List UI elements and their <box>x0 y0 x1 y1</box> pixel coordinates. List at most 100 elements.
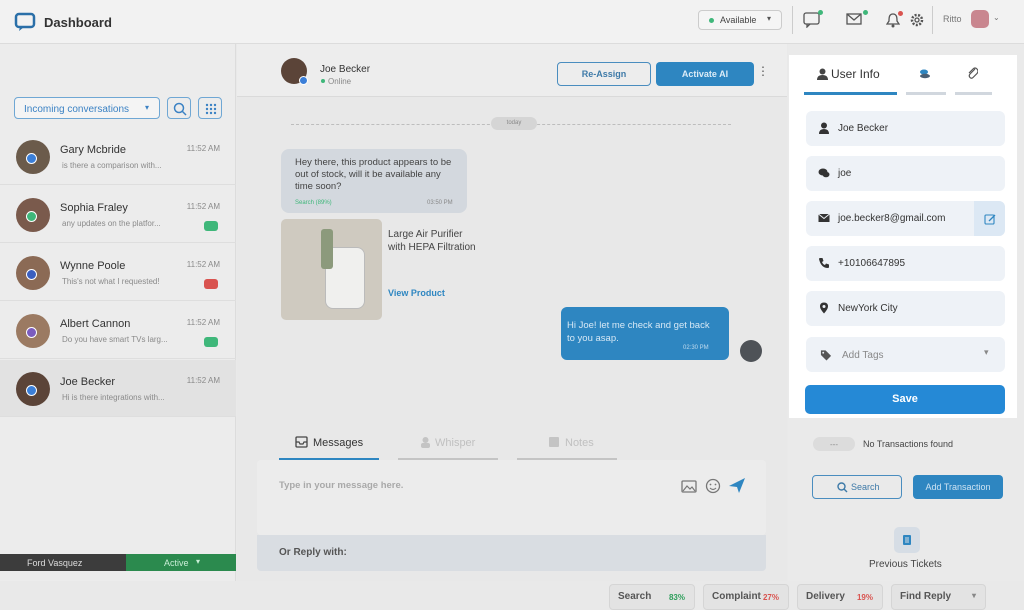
grid-icon <box>205 103 217 115</box>
agent-status-dropdown[interactable]: Active ▾ <box>126 554 236 571</box>
search-button[interactable] <box>167 97 191 119</box>
mail-icon[interactable] <box>846 13 862 25</box>
quick-reply-label: Search <box>618 591 652 602</box>
bot-icon <box>204 337 218 347</box>
location-value: NewYork City <box>838 303 898 314</box>
previous-tickets-label: Previous Tickets <box>869 559 942 570</box>
message-time: 03:50 PM <box>427 200 453 206</box>
conversation-time: 11:52 AM <box>186 144 220 153</box>
message-time: 02:30 PM <box>683 345 709 351</box>
search-icon <box>837 482 848 493</box>
image-icon[interactable] <box>681 480 697 493</box>
save-button[interactable]: Save <box>805 385 1005 414</box>
grid-button[interactable] <box>198 97 222 119</box>
tab-label: Whisper <box>435 437 476 449</box>
conversation-item[interactable]: Wynne Poole This's not what I requested!… <box>0 244 236 301</box>
bot-icon <box>204 221 218 231</box>
user-name: Ritto <box>943 14 962 24</box>
add-transaction-button[interactable]: Add Transaction <box>913 475 1003 499</box>
tab-whisper[interactable]: Whisper <box>398 434 498 460</box>
name-field[interactable]: Joe Becker <box>806 111 1005 146</box>
contact-status: Online <box>328 77 352 86</box>
viber-icon <box>26 327 37 338</box>
agent-status: Active <box>164 558 189 568</box>
chat-bubbles-icon <box>818 168 830 178</box>
active-tab-indicator <box>804 92 897 95</box>
find-reply-dropdown[interactable]: Find Reply ▾ <box>891 584 986 610</box>
conversation-name: Albert Cannon <box>60 318 131 330</box>
location-field[interactable]: NewYork City <box>806 291 1005 326</box>
conversation-name: Wynne Poole <box>60 260 126 272</box>
messenger-icon <box>26 385 37 396</box>
message-input[interactable]: Type in your message here. <box>257 460 766 535</box>
quick-reply-percent: 83% <box>668 593 685 602</box>
tags-dropdown[interactable]: Add Tags ▾ <box>806 337 1005 372</box>
conversation-preview: Do you have smart TVs larg... <box>62 335 168 344</box>
quick-reply-delivery[interactable]: Delivery 19% <box>797 584 883 610</box>
availability-dropdown[interactable]: Available ▾ <box>698 10 782 30</box>
conversation-preview: is there a comparison with... <box>62 161 162 170</box>
reassign-button[interactable]: Re-Assign <box>557 62 651 86</box>
view-product-link[interactable]: View Product <box>388 288 445 298</box>
conversation-name: Gary Mcbride <box>60 144 127 156</box>
user-menu-chevron-icon[interactable]: ⌄ <box>993 13 1000 22</box>
emoji-icon[interactable] <box>705 478 721 494</box>
outgoing-message-text: Hi Joe! let me check and get back to you… <box>567 320 710 344</box>
tab-notes[interactable]: Notes <box>517 434 617 460</box>
gear-icon[interactable] <box>910 13 924 27</box>
tickets-button[interactable] <box>894 527 920 553</box>
name-value: Joe Becker <box>838 123 889 134</box>
document-icon <box>903 535 911 545</box>
conversation-item-selected[interactable]: Joe Becker Hi is there integrations with… <box>0 360 236 417</box>
conversation-preview: any updates on the platfor... <box>62 219 161 228</box>
quick-reply-percent: 19% <box>856 593 873 602</box>
conversation-filter-dropdown[interactable]: Incoming conversations ▾ <box>14 97 160 119</box>
phone-icon <box>819 258 829 268</box>
envelope-icon <box>818 213 830 222</box>
find-reply-label: Find Reply <box>900 591 952 602</box>
online-dot <box>321 79 325 83</box>
email-field[interactable]: joe.becker8@gmail.com <box>806 201 1005 236</box>
bell-notification-dot <box>898 11 903 16</box>
phone-value: +10106647895 <box>838 258 906 269</box>
quick-replies-bar: Or Reply with: <box>257 535 766 571</box>
tab-messages[interactable]: Messages <box>279 434 379 460</box>
transaction-search-button[interactable]: Search <box>812 475 902 499</box>
user-avatar[interactable] <box>971 10 989 28</box>
paperclip-icon[interactable] <box>967 66 978 80</box>
product-name: Large Air Purifier with HEPA Filtration <box>388 229 476 253</box>
search-label: Search <box>851 482 880 492</box>
conversation-item[interactable]: Gary Mcbride is there a comparison with.… <box>0 128 236 185</box>
search-icon <box>173 102 187 116</box>
plant-shape <box>321 229 333 269</box>
tab-user-info[interactable]: User Info <box>831 67 880 81</box>
conversation-sidebar: Incoming conversations ▾ Gary Mcbride is… <box>0 44 236 581</box>
tab-label: Messages <box>313 437 364 449</box>
send-icon[interactable] <box>728 477 746 494</box>
handshake-icon[interactable] <box>917 68 932 79</box>
chat-pane: Joe Becker Online Re-Assign Activate AI … <box>237 44 986 610</box>
more-options-icon[interactable]: ⋮ <box>757 64 769 78</box>
tab-indicator <box>906 92 946 95</box>
mail-notification-dot <box>863 10 868 15</box>
chevron-down-icon: ▾ <box>145 103 150 112</box>
phone-field[interactable]: +10106647895 <box>806 246 1005 281</box>
conversation-item[interactable]: Albert Cannon Do you have smart TVs larg… <box>0 302 236 359</box>
conversation-item[interactable]: Sophia Fraley any updates on the platfor… <box>0 186 236 243</box>
quick-reply-complaint[interactable]: Complaint 27% <box>703 584 789 610</box>
chevron-down-icon: ▾ <box>971 591 976 600</box>
bot-icon <box>204 279 218 289</box>
agent-name: Ford Vasquez <box>27 558 83 568</box>
tab-label: Notes <box>565 437 594 449</box>
nickname-field[interactable]: joe <box>806 156 1005 191</box>
conversation-name: Joe Becker <box>60 376 116 388</box>
conversation-preview: Hi is there integrations with... <box>62 393 165 402</box>
edit-email-button[interactable] <box>974 201 1005 236</box>
activate-ai-button[interactable]: Activate AI <box>656 62 754 86</box>
outgoing-message-bubble: Hi Joe! let me check and get back to you… <box>561 307 729 360</box>
conversation-name: Sophia Fraley <box>60 202 128 214</box>
conversation-filter-label: Incoming conversations <box>24 104 130 115</box>
incoming-message-text: Hey there, this product appears to be ou… <box>295 157 452 192</box>
quick-reply-search[interactable]: Search 83% <box>609 584 695 610</box>
tag-icon <box>820 350 832 361</box>
